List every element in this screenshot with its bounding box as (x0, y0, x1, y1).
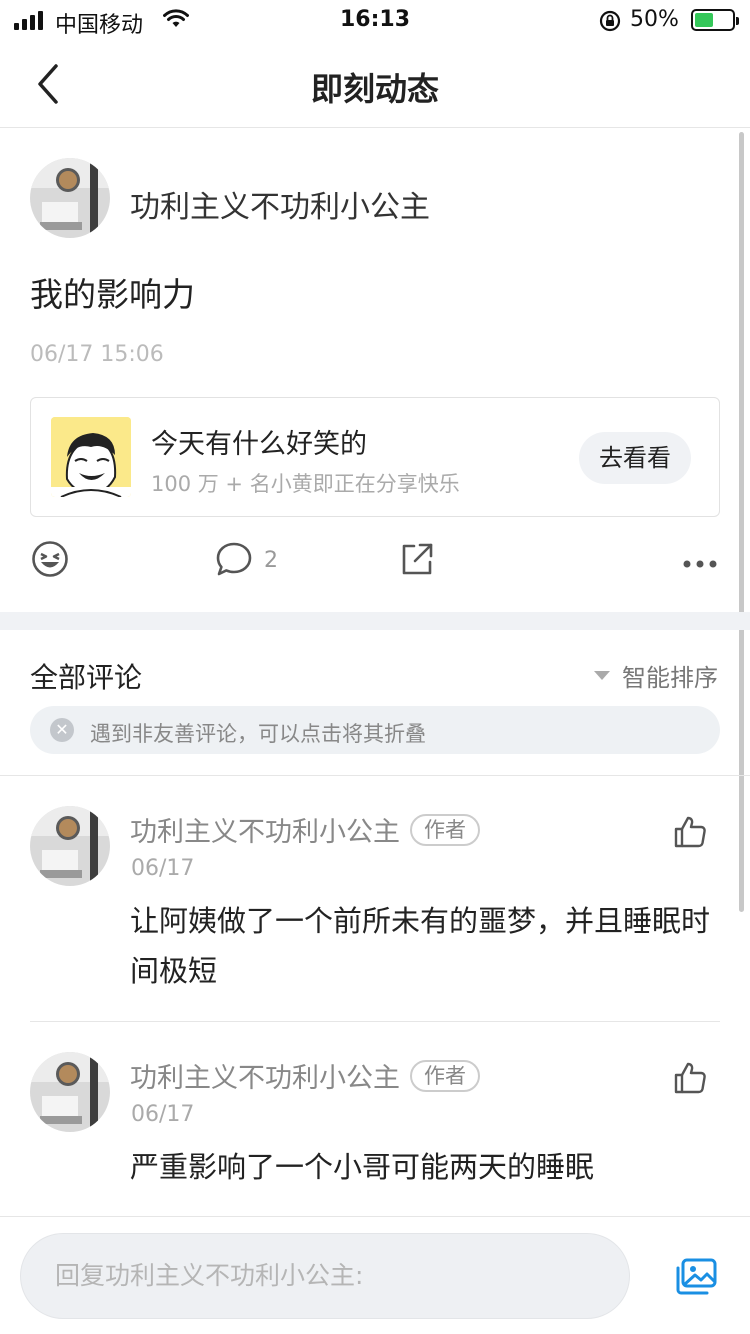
laughing-face-icon (51, 417, 131, 497)
go-see-button[interactable]: 去看看 (579, 432, 691, 484)
reply-input[interactable]: 回复功利主义不功利小公主: (20, 1233, 630, 1319)
scrollbar[interactable] (739, 132, 744, 912)
comment-divider (30, 1021, 720, 1022)
comment-count: 2 (264, 548, 278, 573)
battery-percent: 50% (630, 7, 679, 32)
comment-icon[interactable] (215, 540, 253, 582)
notice-text: 遇到非友善评论，可以点击将其折叠 (90, 722, 426, 746)
all-comments-title: 全部评论 (30, 661, 143, 694)
battery-icon (691, 9, 739, 31)
comment-avatar[interactable] (30, 806, 110, 886)
comment-author[interactable]: 功利主义不功利小公主 作者 (130, 810, 480, 849)
post-timestamp: 06/17 15:06 (30, 342, 164, 367)
post-text: 我的影响力 (30, 275, 195, 314)
post-actions: 2 (0, 540, 750, 584)
reply-bar: 回复功利主义不功利小公主: (0, 1216, 750, 1334)
section-divider (0, 612, 750, 630)
comment-date: 06/17 (131, 856, 195, 881)
post-author-name[interactable]: 功利主义不功利小公主 (130, 182, 430, 226)
laugh-react-icon[interactable] (31, 540, 69, 582)
comment-date: 06/17 (131, 1102, 195, 1127)
sort-label: 智能排序 (622, 664, 718, 692)
topic-card-title: 今天有什么好笑的 (151, 429, 367, 460)
comment-author[interactable]: 功利主义不功利小公主 作者 (130, 1056, 480, 1095)
topic-card-subtitle: 100 万 + 名小黄即正在分享快乐 (151, 472, 460, 496)
close-circle-icon[interactable]: ✕ (50, 718, 74, 742)
comment-text: 让阿姨做了一个前所未有的噩梦，并且睡眠时间极短 (130, 904, 711, 988)
avatar-photo-icon (30, 158, 110, 238)
post-author-avatar[interactable] (30, 158, 110, 238)
navigation-bar: 即刻动态 (0, 40, 750, 128)
sort-dropdown[interactable]: 智能排序 (594, 658, 718, 693)
comment-author-name: 功利主义不功利小公主 (130, 817, 400, 848)
status-bar: 中国移动 16:13 50% (0, 0, 750, 40)
comment-author-name: 功利主义不功利小公主 (130, 1063, 400, 1094)
thumbs-up-icon[interactable] (672, 1060, 708, 1100)
image-picker-icon[interactable] (674, 1257, 718, 1301)
share-icon[interactable] (398, 540, 436, 582)
fold-comments-notice[interactable]: ✕ 遇到非友善评论，可以点击将其折叠 (30, 706, 720, 754)
comment-text: 严重影响了一个小哥可能两天的睡眠 (130, 1150, 595, 1184)
rotation-lock-icon (598, 9, 622, 39)
comment-avatar[interactable] (30, 1052, 110, 1132)
divider (0, 775, 750, 776)
author-badge: 作者 (410, 813, 480, 846)
topic-card[interactable]: 今天有什么好笑的 100 万 + 名小黄即正在分享快乐 去看看 (30, 397, 720, 517)
page-title: 即刻动态 (310, 70, 439, 108)
caret-down-icon (594, 671, 610, 680)
avatar-photo-icon (30, 1052, 110, 1132)
avatar-photo-icon (30, 806, 110, 886)
thumbs-up-icon[interactable] (672, 814, 708, 854)
author-badge: 作者 (410, 1059, 480, 1092)
more-options-icon[interactable] (682, 554, 718, 573)
